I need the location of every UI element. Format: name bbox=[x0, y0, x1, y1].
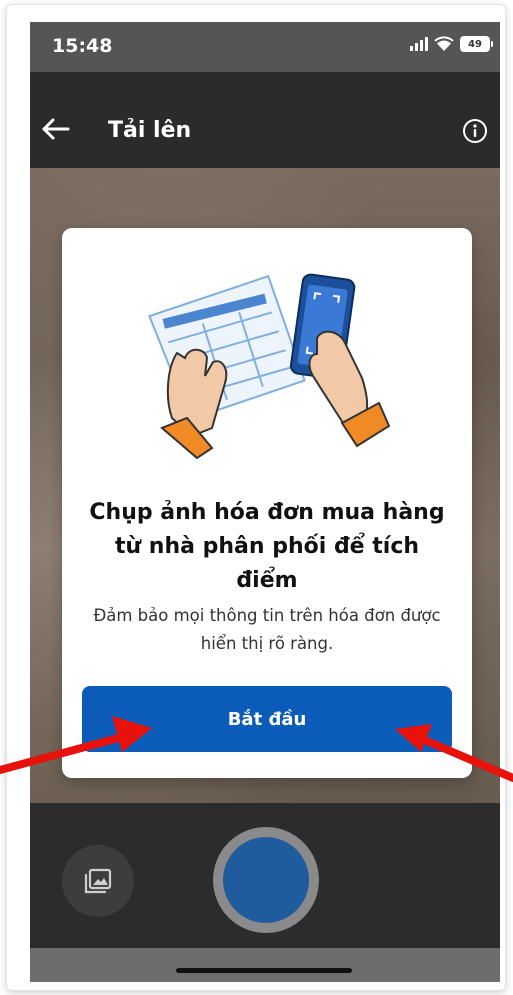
page-title: Tải lên bbox=[108, 118, 192, 143]
receipt-scan-illustration-icon bbox=[148, 273, 391, 460]
gallery-button[interactable] bbox=[62, 845, 134, 917]
onboarding-dialog: Chụp ảnh hóa đơn mua hàng từ nhà phân ph… bbox=[62, 228, 472, 778]
camera-controls bbox=[30, 803, 500, 948]
shutter-inner bbox=[223, 837, 309, 923]
status-bar: 15:48 49 bbox=[30, 22, 500, 72]
signal-icon bbox=[410, 37, 428, 51]
status-time: 15:48 bbox=[52, 35, 113, 57]
start-button[interactable]: Bắt đầu bbox=[82, 686, 452, 752]
wifi-icon bbox=[434, 36, 454, 51]
dialog-title: Chụp ảnh hóa đơn mua hàng từ nhà phân ph… bbox=[89, 500, 445, 593]
arrow-left-icon[interactable] bbox=[40, 116, 72, 142]
battery-level: 49 bbox=[468, 38, 482, 50]
status-icons: 49 bbox=[410, 34, 493, 54]
battery-icon: 49 bbox=[460, 36, 493, 52]
shutter-button[interactable] bbox=[213, 827, 319, 933]
app-bar: Tải lên bbox=[30, 72, 500, 168]
home-indicator[interactable] bbox=[176, 968, 352, 973]
home-area bbox=[30, 948, 500, 982]
gallery-icon bbox=[84, 868, 112, 894]
phone-screen: 15:48 49 Tải lên Chụp ảnh hóa đơn mua hà… bbox=[30, 22, 500, 982]
dialog-description: Đảm bảo mọi thông tin trên hóa đơn được … bbox=[93, 606, 441, 653]
info-icon[interactable] bbox=[462, 118, 488, 144]
